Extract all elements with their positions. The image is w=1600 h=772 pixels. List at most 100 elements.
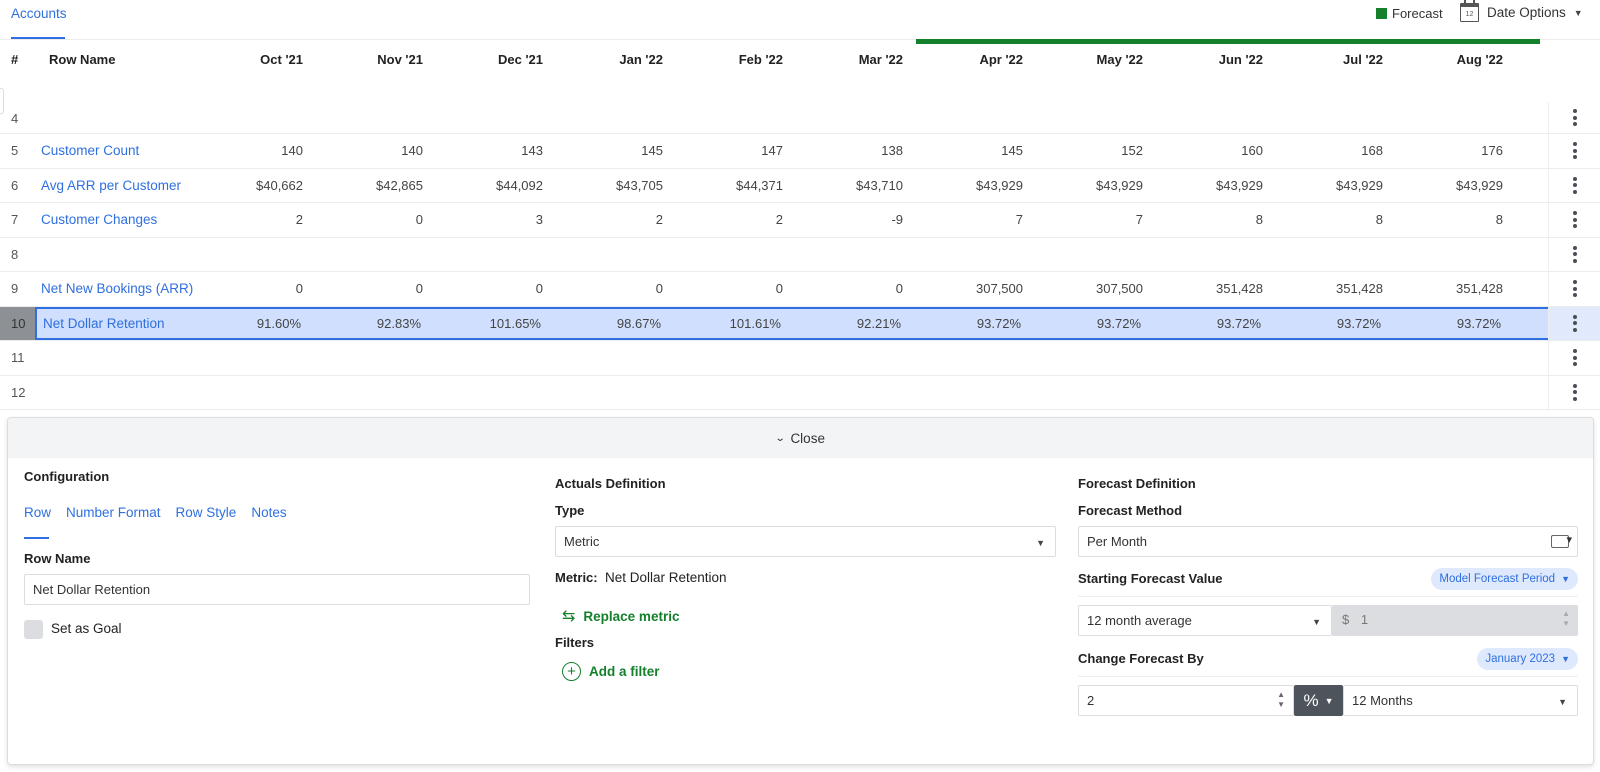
table-cell[interactable]: 168 [1273,143,1383,158]
table-cell[interactable]: $40,662 [193,178,303,193]
change-value-input[interactable]: 2 ▲ ▼ [1078,685,1294,716]
table-cell[interactable]: 145 [553,143,663,158]
row-name-link[interactable]: Customer Count [41,143,139,158]
replace-metric-button[interactable]: ⇆ Replace metric [562,606,679,626]
table-cell[interactable]: 143 [433,143,543,158]
table-cell[interactable]: 140 [193,143,303,158]
row-menu-button[interactable] [1548,237,1600,271]
model-forecast-period-pill[interactable]: Model Forecast Period ▼ [1431,568,1578,590]
table-row[interactable]: 6 Avg ARR per Customer $40,662 $42,865 $44,0… [0,168,1600,203]
row-name-link[interactable]: Net New Bookings (ARR) [41,281,193,296]
row-name-link[interactable]: Customer Changes [41,212,157,227]
table-cell[interactable]: 91.60% [191,316,301,331]
row-name-link[interactable]: Avg ARR per Customer [41,178,181,193]
add-filter-button[interactable]: + Add a filter [562,662,660,681]
table-cell[interactable]: 138 [793,143,903,158]
table-cell[interactable]: 0 [673,281,783,296]
table-cell[interactable]: 101.65% [431,316,541,331]
table-cell[interactable]: 0 [193,281,303,296]
tab-row-style[interactable]: Row Style [176,505,237,520]
table-cell[interactable]: 307,500 [1033,281,1143,296]
table-row-selected[interactable]: 10 Net Dollar Retention 91.60% 92.83% 101.65… [0,306,1600,341]
row-name-input[interactable]: Net Dollar Retention [24,574,530,605]
unit-select-button[interactable]: % ▼ [1294,685,1343,716]
table-cell[interactable]: $43,929 [1153,178,1263,193]
table-cell[interactable]: 8 [1273,212,1383,227]
table-cell[interactable]: $43,929 [1273,178,1383,193]
table-cell[interactable]: 2 [193,212,303,227]
table-cell[interactable]: -9 [793,212,903,227]
table-cell[interactable]: $43,929 [1033,178,1143,193]
table-cell[interactable]: 176 [1393,143,1503,158]
table-cell[interactable]: 92.21% [791,316,901,331]
row-menu-button[interactable] [1548,272,1600,306]
table-cell[interactable]: 351,428 [1153,281,1263,296]
change-period-select[interactable]: 12 Months ▼ [1343,685,1578,716]
row-menu-button[interactable] [1548,102,1600,133]
table-cell[interactable]: 0 [553,281,663,296]
table-row[interactable]: 7 Customer Changes 2 0 3 2 2 -9 7 7 8 8 8 [0,203,1600,238]
table-row[interactable]: 11 [0,341,1600,376]
row-menu-button[interactable] [1548,134,1600,168]
table-cell[interactable]: $44,092 [433,178,543,193]
table-cell[interactable]: 147 [673,143,783,158]
row-name-link[interactable]: Net Dollar Retention [43,316,165,331]
row-menu-button[interactable] [1548,168,1600,202]
table-row[interactable]: 8 [0,237,1600,272]
table-cell[interactable]: 160 [1153,143,1263,158]
table-cell[interactable]: 7 [1033,212,1143,227]
amount-stepper[interactable]: ▲ ▼ [1562,609,1570,629]
table-row[interactable]: 9 Net New Bookings (ARR) 0 0 0 0 0 0 307,500 307,… [0,272,1600,307]
table-cell[interactable]: 93.72% [1271,316,1381,331]
tab-number-format[interactable]: Number Format [66,505,161,520]
table-cell[interactable]: 0 [793,281,903,296]
table-cell[interactable]: 93.72% [1031,316,1141,331]
row-menu-button[interactable] [1548,203,1600,237]
table-cell[interactable]: 92.83% [311,316,421,331]
set-as-goal-checkbox[interactable] [24,620,43,639]
table-cell[interactable]: 93.72% [1391,316,1501,331]
table-row[interactable]: 5 Customer Count 140 140 143 145 147 138 145 152 1… [0,134,1600,169]
starting-method-select[interactable]: 12 month average ▼ [1078,605,1332,636]
table-cell[interactable]: 0 [313,281,423,296]
tab-notes[interactable]: Notes [251,505,286,520]
row-menu-button[interactable] [1548,341,1600,375]
row-menu-button[interactable] [1548,306,1600,340]
table-cell[interactable]: 93.72% [911,316,1021,331]
table-cell[interactable]: 2 [553,212,663,227]
table-cell[interactable]: $42,865 [313,178,423,193]
table-cell[interactable]: 152 [1033,143,1143,158]
table-cell[interactable]: $43,710 [793,178,903,193]
change-value-stepper[interactable]: ▲ ▼ [1277,690,1285,710]
table-cell[interactable]: 307,500 [913,281,1023,296]
table-cell[interactable]: $44,371 [673,178,783,193]
table-cell[interactable]: $43,929 [1393,178,1503,193]
table-cell[interactable]: 140 [313,143,423,158]
table-cell[interactable]: 7 [913,212,1023,227]
table-cell[interactable]: 0 [433,281,543,296]
tab-accounts[interactable]: Accounts [11,6,67,21]
close-panel-button[interactable]: ⌄ Close [8,418,1593,458]
table-cell[interactable]: 145 [913,143,1023,158]
table-row[interactable]: 4 [0,102,1600,134]
table-cell[interactable]: 2 [673,212,783,227]
table-cell[interactable]: 3 [433,212,543,227]
table-cell[interactable]: 98.67% [551,316,661,331]
table-row[interactable]: 12 [0,375,1600,410]
change-period-pill[interactable]: January 2023 ▼ [1477,648,1578,670]
table-cell[interactable]: $43,705 [553,178,663,193]
table-cell[interactable]: 8 [1153,212,1263,227]
table-cell[interactable]: 351,428 [1273,281,1383,296]
table-cell[interactable]: 93.72% [1151,316,1261,331]
starting-amount-input[interactable]: $ 1 ▲ ▼ [1332,605,1578,636]
table-cell[interactable]: 0 [313,212,423,227]
table-cell[interactable]: $43,929 [913,178,1023,193]
tab-row[interactable]: Row [24,505,51,520]
forecast-method-select[interactable]: Per Month [1078,526,1578,557]
row-menu-button[interactable] [1548,375,1600,409]
date-options-button[interactable]: 12 Date Options ▼ [1460,0,1583,22]
table-cell[interactable]: 101.61% [671,316,781,331]
type-select[interactable]: Metric ▼ [555,526,1056,557]
table-cell[interactable]: 8 [1393,212,1503,227]
table-cell[interactable]: 351,428 [1393,281,1503,296]
